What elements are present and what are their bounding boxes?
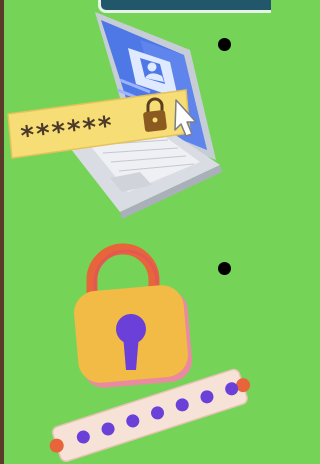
illustration-canvas: ****** [7, 12, 251, 462]
padlock-icon [74, 243, 193, 388]
